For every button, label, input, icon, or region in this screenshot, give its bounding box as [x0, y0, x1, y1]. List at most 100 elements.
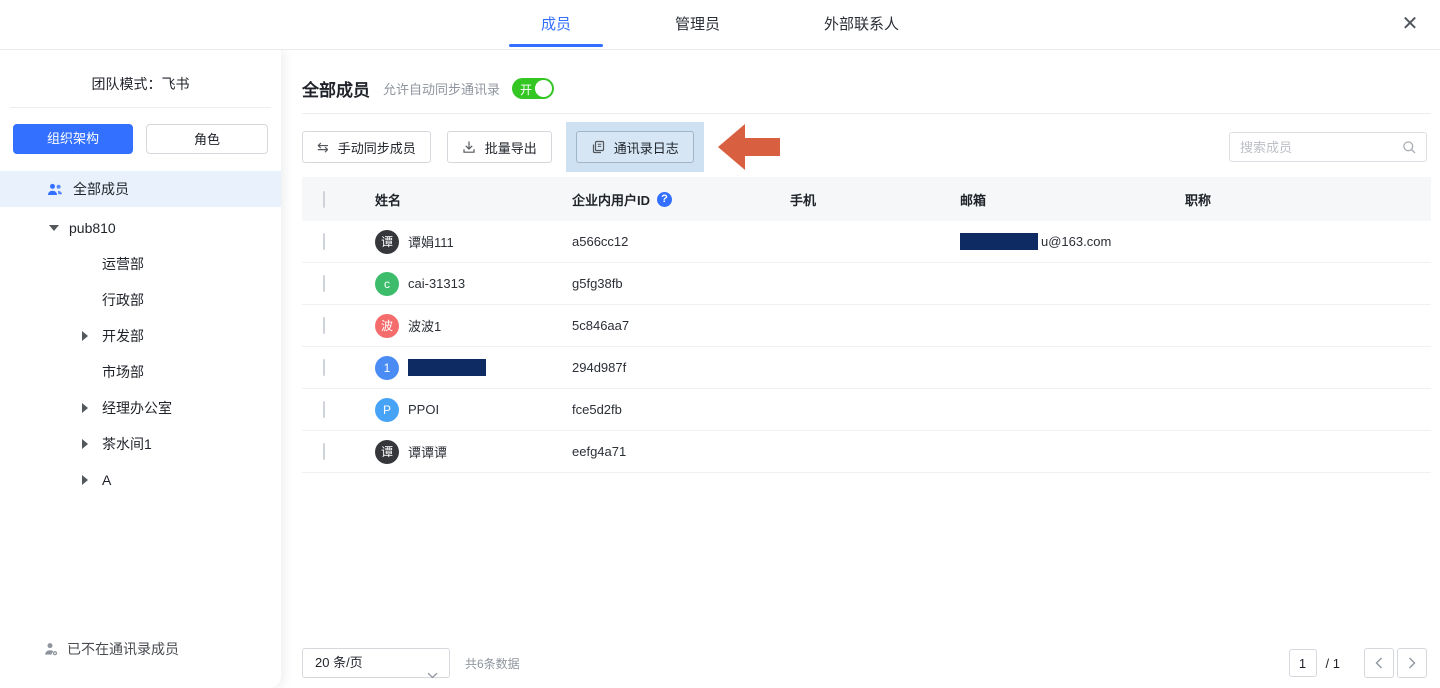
tree-item[interactable]: 茶水间1 — [0, 426, 281, 462]
checkbox-cell — [323, 360, 375, 375]
annotation-arrow-left-icon — [718, 124, 780, 170]
member-avatar: P — [375, 398, 399, 422]
table-row[interactable]: 谭谭谭谭eefg4a71 — [302, 431, 1431, 473]
sidebar-segmented-control: 组织架构 角色 — [13, 124, 268, 154]
page-number-input[interactable] — [1289, 649, 1317, 677]
contacts-admin-modal: 成员管理员外部联系人 ✕ #tab-group{display:flex;gap… — [0, 0, 1440, 688]
name-cell: 波波波1 — [375, 314, 572, 338]
tab-external-contacts[interactable]: 外部联系人 — [792, 0, 931, 49]
row-checkbox[interactable] — [323, 359, 325, 376]
member-name: 波波1 — [408, 316, 441, 335]
table-row[interactable]: PPPOIfce5d2fb — [302, 389, 1431, 431]
tree-item-label: 行政部 — [102, 290, 144, 310]
log-copy-icon — [591, 140, 605, 154]
page-title: 全部成员 — [302, 76, 370, 101]
total-pages-label: / 1 — [1326, 656, 1340, 671]
tree-item[interactable]: 经理办公室 — [0, 390, 281, 426]
org-tree: pub810 运营部行政部开发部市场部经理办公室茶水间1 A — [0, 210, 281, 498]
contact-log-button[interactable]: 通讯录日志 — [576, 131, 694, 163]
annotation-highlight: 通讯录日志 — [566, 122, 704, 172]
auto-sync-toggle[interactable]: 开 — [512, 78, 554, 99]
member-avatar: 波 — [375, 314, 399, 338]
member-avatar: c — [375, 272, 399, 296]
member-name: cai-31313 — [408, 276, 465, 291]
checkbox-cell — [323, 276, 375, 291]
user-id-cell: 5c846aa7 — [572, 318, 790, 333]
table-row[interactable]: 谭谭娟111a566cc12u@163.com — [302, 221, 1431, 263]
tree-expand-arrow-icon[interactable] — [82, 403, 94, 413]
member-avatar: 谭 — [375, 440, 399, 464]
tree-item[interactable]: 运营部 — [0, 246, 281, 282]
arrow-right-icon — [82, 403, 88, 413]
col-header-title: 职称 — [1185, 190, 1431, 209]
tree-item-label: A — [102, 472, 111, 488]
email-visible-suffix: u@163.com — [1041, 234, 1111, 249]
next-page-button[interactable] — [1397, 648, 1427, 678]
row-checkbox[interactable] — [323, 401, 325, 418]
page-size-select[interactable]: 20 条/页 — [302, 648, 450, 678]
member-name: 谭娟111 — [408, 232, 454, 251]
tree-item-label: 茶水间1 — [102, 434, 152, 454]
checkbox-cell — [323, 234, 375, 249]
people-group-icon — [47, 183, 63, 196]
row-checkbox[interactable] — [323, 443, 325, 460]
tree-item-label: 开发部 — [102, 326, 144, 346]
close-icon[interactable]: ✕ — [1396, 10, 1424, 38]
arrow-right-icon — [82, 475, 88, 485]
table-row[interactable]: 1294d987f — [302, 347, 1431, 389]
checkbox-cell — [323, 402, 375, 417]
tree-item[interactable]: A — [0, 462, 281, 498]
tree-expand-arrow-icon[interactable] — [82, 331, 94, 341]
tree-item[interactable]: 开发部 — [0, 318, 281, 354]
select-all-checkbox[interactable] — [323, 191, 325, 208]
table-row[interactable]: ccai-31313g5fg38fb — [302, 263, 1431, 305]
manual-sync-button[interactable]: ⇆ 手动同步成员 — [302, 131, 431, 163]
toggle-on-label: 开 — [520, 81, 532, 98]
tab-members[interactable]: 成员 — [509, 0, 603, 49]
table-row[interactable]: 波波波15c846aa7 — [302, 305, 1431, 347]
user-id-cell: eefg4a71 — [572, 444, 790, 459]
help-icon[interactable]: ? — [657, 192, 672, 207]
members-table: 姓名 企业内用户ID ? 手机 邮箱 职称 谭谭娟111a566cc12u@16… — [302, 177, 1431, 473]
tree-item[interactable]: 行政部 — [0, 282, 281, 318]
search-input[interactable] — [1240, 133, 1395, 161]
pagination: / 1 — [1289, 648, 1427, 678]
sidebar-item-label: 全部成员 — [73, 179, 129, 199]
row-checkbox[interactable] — [323, 275, 325, 292]
footer-left: 20 条/页 共6条数据 — [302, 648, 520, 678]
name-cell: c cai-31313 — [375, 272, 572, 296]
tree-item-label: 运营部 — [102, 254, 144, 274]
arrow-down-icon — [49, 225, 59, 231]
main-header: 全部成员 允许自动同步通讯录 开 — [302, 76, 554, 101]
sidebar-item-all-members[interactable]: 全部成员 — [0, 171, 281, 207]
header-divider — [302, 113, 1431, 114]
row-checkbox[interactable] — [323, 233, 325, 250]
prev-page-button[interactable] — [1364, 648, 1394, 678]
role-button[interactable]: 角色 — [146, 124, 268, 154]
tab-admins[interactable]: 管理员 — [643, 0, 752, 49]
arrow-right-icon — [82, 331, 88, 341]
contact-log-label: 通讯录日志 — [614, 138, 679, 157]
row-checkbox[interactable] — [323, 317, 325, 334]
tree-expand-arrow-icon[interactable] — [82, 439, 94, 449]
search-icon[interactable] — [1402, 140, 1417, 160]
checkbox-cell — [323, 318, 375, 333]
sidebar-item-former-members[interactable]: 已不在通讯录成员 — [44, 639, 179, 659]
download-icon — [462, 140, 476, 154]
sidebar-item-label: 已不在通讯录成员 — [67, 639, 179, 659]
name-cell: P PPOI — [375, 398, 572, 422]
member-name: PPOI — [408, 402, 439, 417]
batch-export-button[interactable]: 批量导出 — [447, 131, 552, 163]
tree-expand-arrow-icon[interactable] — [49, 225, 61, 231]
table-header-row: 姓名 企业内用户ID ? 手机 邮箱 职称 — [302, 177, 1431, 221]
sidebar-divider — [10, 107, 271, 108]
tree-item[interactable]: 市场部 — [0, 354, 281, 390]
member-avatar: 谭 — [375, 230, 399, 254]
arrow-right-icon — [82, 439, 88, 449]
name-cell: 谭谭谭谭 — [375, 440, 572, 464]
tree-item[interactable]: pub810 — [0, 210, 281, 246]
tree-expand-arrow-icon[interactable] — [82, 475, 94, 485]
total-count-label: 共6条数据 — [465, 655, 520, 672]
org-structure-button[interactable]: 组织架构 — [13, 124, 133, 154]
sidebar: 团队模式：飞书 组织架构 角色 全部成员 pub810运营部行政部开发部市场部经… — [0, 50, 281, 688]
